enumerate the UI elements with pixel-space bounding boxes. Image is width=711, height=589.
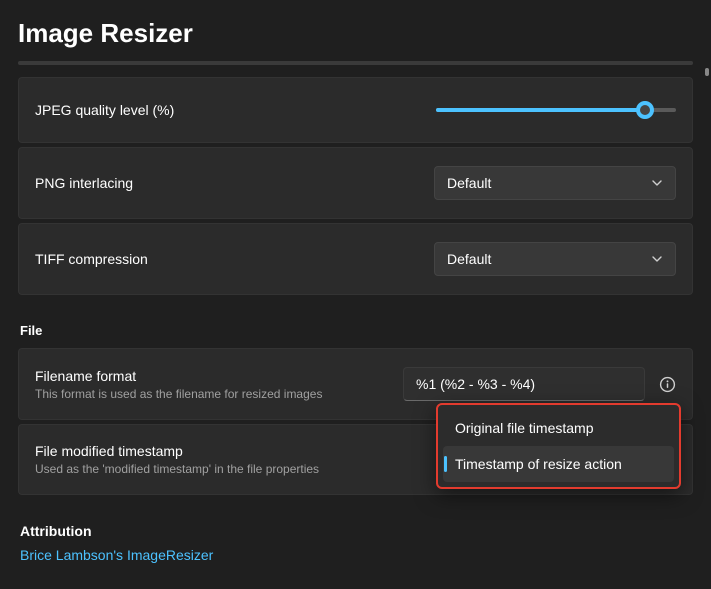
png-interlacing-card: PNG interlacing Default [18,147,693,219]
attribution-header: Attribution [20,523,693,539]
tiff-compression-label: TIFF compression [35,251,148,267]
file-section-header: File [20,323,693,338]
chevron-down-icon [651,177,663,189]
vertical-scrollbar[interactable] [705,68,709,76]
jpeg-quality-card: JPEG quality level (%) [18,77,693,143]
horizontal-scroll-hint [18,61,693,65]
tiff-compression-select[interactable]: Default [434,242,676,276]
png-interlacing-value: Default [447,175,491,191]
slider-thumb[interactable] [636,101,654,119]
timestamp-option-resize[interactable]: Timestamp of resize action [443,446,674,482]
info-icon[interactable] [659,376,676,393]
slider-track [436,108,676,112]
file-timestamp-sublabel: Used as the 'modified timestamp' in the … [35,462,319,476]
filename-format-input[interactable] [403,367,645,401]
jpeg-quality-slider[interactable] [436,108,676,112]
jpeg-quality-label: JPEG quality level (%) [35,102,174,118]
file-timestamp-dropdown: Original file timestamp Timestamp of res… [436,403,681,489]
filename-format-label: Filename format [35,368,322,384]
png-interlacing-label: PNG interlacing [35,175,133,191]
tiff-compression-value: Default [447,251,491,267]
timestamp-option-original[interactable]: Original file timestamp [443,410,674,446]
attribution-link[interactable]: Brice Lambson's ImageResizer [20,547,693,563]
page-title: Image Resizer [0,0,711,61]
chevron-down-icon [651,253,663,265]
slider-fill [436,108,645,112]
filename-format-sublabel: This format is used as the filename for … [35,387,322,401]
png-interlacing-select[interactable]: Default [434,166,676,200]
file-timestamp-label: File modified timestamp [35,443,319,459]
tiff-compression-card: TIFF compression Default [18,223,693,295]
